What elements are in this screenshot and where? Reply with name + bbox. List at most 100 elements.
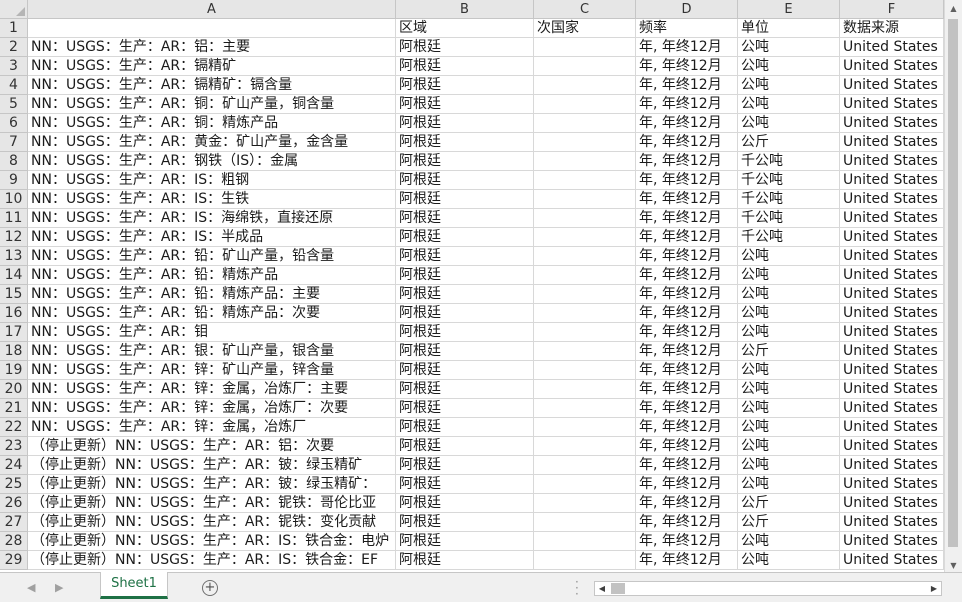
cell[interactable]: （停止更新）NN：USGS：生产：AR：铌铁：变化贡献 bbox=[28, 513, 396, 532]
cell[interactable]: 阿根廷 bbox=[396, 209, 534, 228]
row-number[interactable]: 8 bbox=[0, 152, 28, 171]
cell[interactable]: 年, 年终12月 bbox=[636, 475, 738, 494]
prev-sheet-icon[interactable]: ◀ bbox=[27, 581, 35, 594]
cell[interactable]: United States G bbox=[840, 437, 944, 456]
cell[interactable]: NN：USGS：生产：AR：铅：精炼产品：主要 bbox=[28, 285, 396, 304]
cell[interactable]: （停止更新）NN：USGS：生产：AR：IS：铁合金：电炉 bbox=[28, 532, 396, 551]
cell[interactable] bbox=[534, 95, 636, 114]
cell[interactable]: 年, 年终12月 bbox=[636, 285, 738, 304]
cell[interactable]: 年, 年终12月 bbox=[636, 152, 738, 171]
horizontal-scroll-thumb[interactable] bbox=[611, 583, 625, 594]
cell[interactable]: 千公吨 bbox=[738, 152, 840, 171]
vertical-scrollbar[interactable]: ▲ ▼ bbox=[944, 0, 962, 574]
next-sheet-icon[interactable]: ▶ bbox=[55, 581, 63, 594]
cell[interactable]: （停止更新）NN：USGS：生产：AR：铝：次要 bbox=[28, 437, 396, 456]
cell[interactable]: NN：USGS：生产：AR：铜：精炼产品 bbox=[28, 114, 396, 133]
cell[interactable] bbox=[534, 418, 636, 437]
cell[interactable]: NN：USGS：生产：AR：镉精矿：镉含量 bbox=[28, 76, 396, 95]
cell[interactable]: 年, 年终12月 bbox=[636, 228, 738, 247]
cell[interactable]: 千公吨 bbox=[738, 228, 840, 247]
cell[interactable]: United States G bbox=[840, 399, 944, 418]
cell[interactable]: United States G bbox=[840, 171, 944, 190]
cell[interactable]: NN：USGS：生产：AR：铜：矿山产量，铜含量 bbox=[28, 95, 396, 114]
cell[interactable]: NN：USGS：生产：AR：IS：粗钢 bbox=[28, 171, 396, 190]
cell[interactable]: 公吨 bbox=[738, 304, 840, 323]
cell[interactable]: NN：USGS：生产：AR：锌：金属，冶炼厂：主要 bbox=[28, 380, 396, 399]
cell[interactable]: （停止更新）NN：USGS：生产：AR：IS：铁合金：EF bbox=[28, 551, 396, 570]
cell[interactable] bbox=[534, 475, 636, 494]
cell[interactable]: 公吨 bbox=[738, 361, 840, 380]
row-number[interactable]: 10 bbox=[0, 190, 28, 209]
row-number[interactable]: 22 bbox=[0, 418, 28, 437]
cell[interactable]: 阿根廷 bbox=[396, 532, 534, 551]
cell[interactable]: United States G bbox=[840, 323, 944, 342]
cell[interactable]: （停止更新）NN：USGS：生产：AR：铍：绿玉精矿： bbox=[28, 475, 396, 494]
cell[interactable] bbox=[534, 190, 636, 209]
row-number[interactable]: 27 bbox=[0, 513, 28, 532]
row-number[interactable]: 2 bbox=[0, 38, 28, 57]
cell[interactable]: 阿根廷 bbox=[396, 266, 534, 285]
cell[interactable] bbox=[534, 152, 636, 171]
cell[interactable]: 年, 年终12月 bbox=[636, 323, 738, 342]
row-number[interactable]: 5 bbox=[0, 95, 28, 114]
column-header-a[interactable]: A bbox=[28, 0, 396, 19]
row-number[interactable]: 14 bbox=[0, 266, 28, 285]
cell[interactable]: NN：USGS：生产：AR：锌：矿山产量，锌含量 bbox=[28, 361, 396, 380]
row-number[interactable]: 16 bbox=[0, 304, 28, 323]
cell[interactable] bbox=[534, 266, 636, 285]
cell[interactable]: United States G bbox=[840, 76, 944, 95]
cell[interactable]: 年, 年终12月 bbox=[636, 399, 738, 418]
row-number[interactable]: 23 bbox=[0, 437, 28, 456]
horizontal-scrollbar[interactable]: ◀ ▶ bbox=[594, 581, 942, 596]
cell[interactable]: 公吨 bbox=[738, 76, 840, 95]
row-number[interactable]: 4 bbox=[0, 76, 28, 95]
row-number[interactable]: 11 bbox=[0, 209, 28, 228]
cell[interactable] bbox=[534, 551, 636, 570]
cell[interactable]: 公吨 bbox=[738, 285, 840, 304]
cell[interactable]: （停止更新）NN：USGS：生产：AR：铌铁：哥伦比亚 bbox=[28, 494, 396, 513]
cell[interactable]: NN：USGS：生产：AR：黄金：矿山产量，金含量 bbox=[28, 133, 396, 152]
cell[interactable]: 公斤 bbox=[738, 342, 840, 361]
cell[interactable]: 年, 年终12月 bbox=[636, 95, 738, 114]
cell[interactable] bbox=[534, 361, 636, 380]
cell[interactable]: United States G bbox=[840, 342, 944, 361]
cell[interactable] bbox=[534, 494, 636, 513]
cell[interactable]: 阿根廷 bbox=[396, 133, 534, 152]
cell[interactable]: NN：USGS：生产：AR：镉精矿 bbox=[28, 57, 396, 76]
cell[interactable]: United States G bbox=[840, 95, 944, 114]
cell[interactable]: United States G bbox=[840, 209, 944, 228]
cell[interactable] bbox=[534, 209, 636, 228]
cell[interactable]: United States G bbox=[840, 380, 944, 399]
cell[interactable]: 千公吨 bbox=[738, 209, 840, 228]
row-number[interactable]: 15 bbox=[0, 285, 28, 304]
cell[interactable] bbox=[534, 342, 636, 361]
cell[interactable]: 年, 年终12月 bbox=[636, 380, 738, 399]
cell[interactable] bbox=[534, 456, 636, 475]
row-number[interactable]: 17 bbox=[0, 323, 28, 342]
cell[interactable]: United States G bbox=[840, 551, 944, 570]
row-number[interactable]: 28 bbox=[0, 532, 28, 551]
cell[interactable] bbox=[534, 532, 636, 551]
cell[interactable]: NN：USGS：生产：AR：铅：精炼产品：次要 bbox=[28, 304, 396, 323]
cell[interactable]: United States G bbox=[840, 133, 944, 152]
cell[interactable]: 阿根廷 bbox=[396, 380, 534, 399]
cell[interactable] bbox=[534, 399, 636, 418]
cell[interactable] bbox=[534, 228, 636, 247]
row-number[interactable]: 18 bbox=[0, 342, 28, 361]
row-number[interactable]: 12 bbox=[0, 228, 28, 247]
cell[interactable]: 公吨 bbox=[738, 247, 840, 266]
cell[interactable] bbox=[534, 57, 636, 76]
cell[interactable]: 年, 年终12月 bbox=[636, 114, 738, 133]
cell[interactable] bbox=[534, 247, 636, 266]
add-sheet-icon[interactable]: + bbox=[202, 580, 218, 596]
cell[interactable]: United States G bbox=[840, 513, 944, 532]
select-all-corner[interactable] bbox=[0, 0, 28, 19]
cell[interactable]: 公吨 bbox=[738, 418, 840, 437]
cell[interactable] bbox=[534, 513, 636, 532]
column-header-b[interactable]: B bbox=[396, 0, 534, 19]
cell[interactable]: 年, 年终12月 bbox=[636, 437, 738, 456]
cell[interactable]: 阿根廷 bbox=[396, 513, 534, 532]
cell[interactable]: 公吨 bbox=[738, 38, 840, 57]
cell[interactable]: United States G bbox=[840, 532, 944, 551]
cell[interactable]: 公吨 bbox=[738, 380, 840, 399]
